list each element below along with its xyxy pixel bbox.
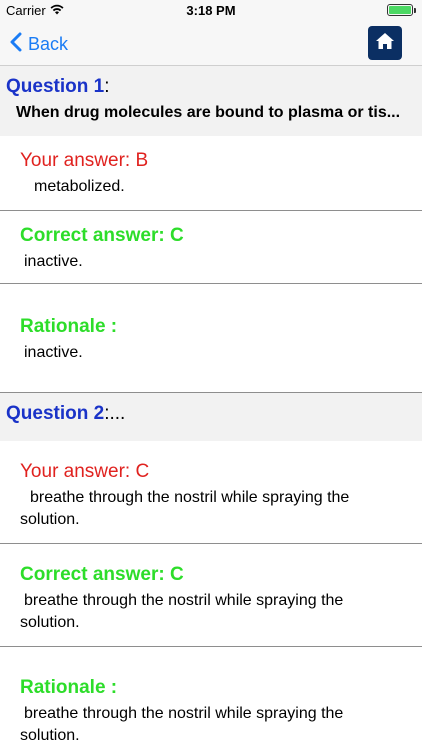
your-answer-text: metabolized. [34,178,125,195]
rationale-section: Rationale : breathe through the nostril … [0,647,422,750]
nav-bar: Back [0,22,422,66]
correct-answer-text: breathe through the nostril while sprayi… [20,592,344,631]
chevron-left-icon [10,32,22,57]
question-label: Question 2 [6,403,105,424]
question-header[interactable]: Question 2:... [0,393,422,441]
question-suffix: : [104,76,110,97]
correct-answer-label: Correct answer: C [20,564,184,585]
question-label: Question 1 [6,76,105,97]
correct-answer-text: inactive. [24,253,83,270]
your-answer-section: Your answer: B metabolized. [0,136,422,211]
back-button[interactable]: Back [10,30,68,58]
status-time: 3:18 PM [186,3,236,18]
question-suffix: :... [104,403,126,424]
correct-answer-label: Correct answer: C [20,225,184,246]
back-label: Back [28,33,69,54]
rationale-section: Rationale : inactive. [0,284,422,393]
question-text: When drug molecules are bound to plasma … [16,104,401,121]
rationale-text: breathe through the nostril while sprayi… [20,705,344,744]
results-list: Question 1: When drug molecules are boun… [0,66,422,750]
battery-icon [387,4,413,16]
rationale-label: Rationale : [20,677,118,698]
your-answer-label: Your answer: B [20,150,149,171]
your-answer-section: Your answer: C breathe through the nostr… [0,441,422,544]
correct-answer-section: Correct answer: C inactive. [0,211,422,284]
status-right [387,4,416,16]
rationale-text: inactive. [24,344,83,361]
question-header[interactable]: Question 1: When drug molecules are boun… [0,66,422,136]
rationale-label: Rationale : [20,316,118,337]
your-answer-text: breathe through the nostril while sprayi… [20,489,350,528]
home-button[interactable] [368,26,402,60]
status-bar: Carrier 3:18 PM [0,0,422,22]
correct-answer-section: Correct answer: C breathe through the no… [0,544,422,647]
home-icon [375,31,395,56]
your-answer-label: Your answer: C [20,461,150,482]
